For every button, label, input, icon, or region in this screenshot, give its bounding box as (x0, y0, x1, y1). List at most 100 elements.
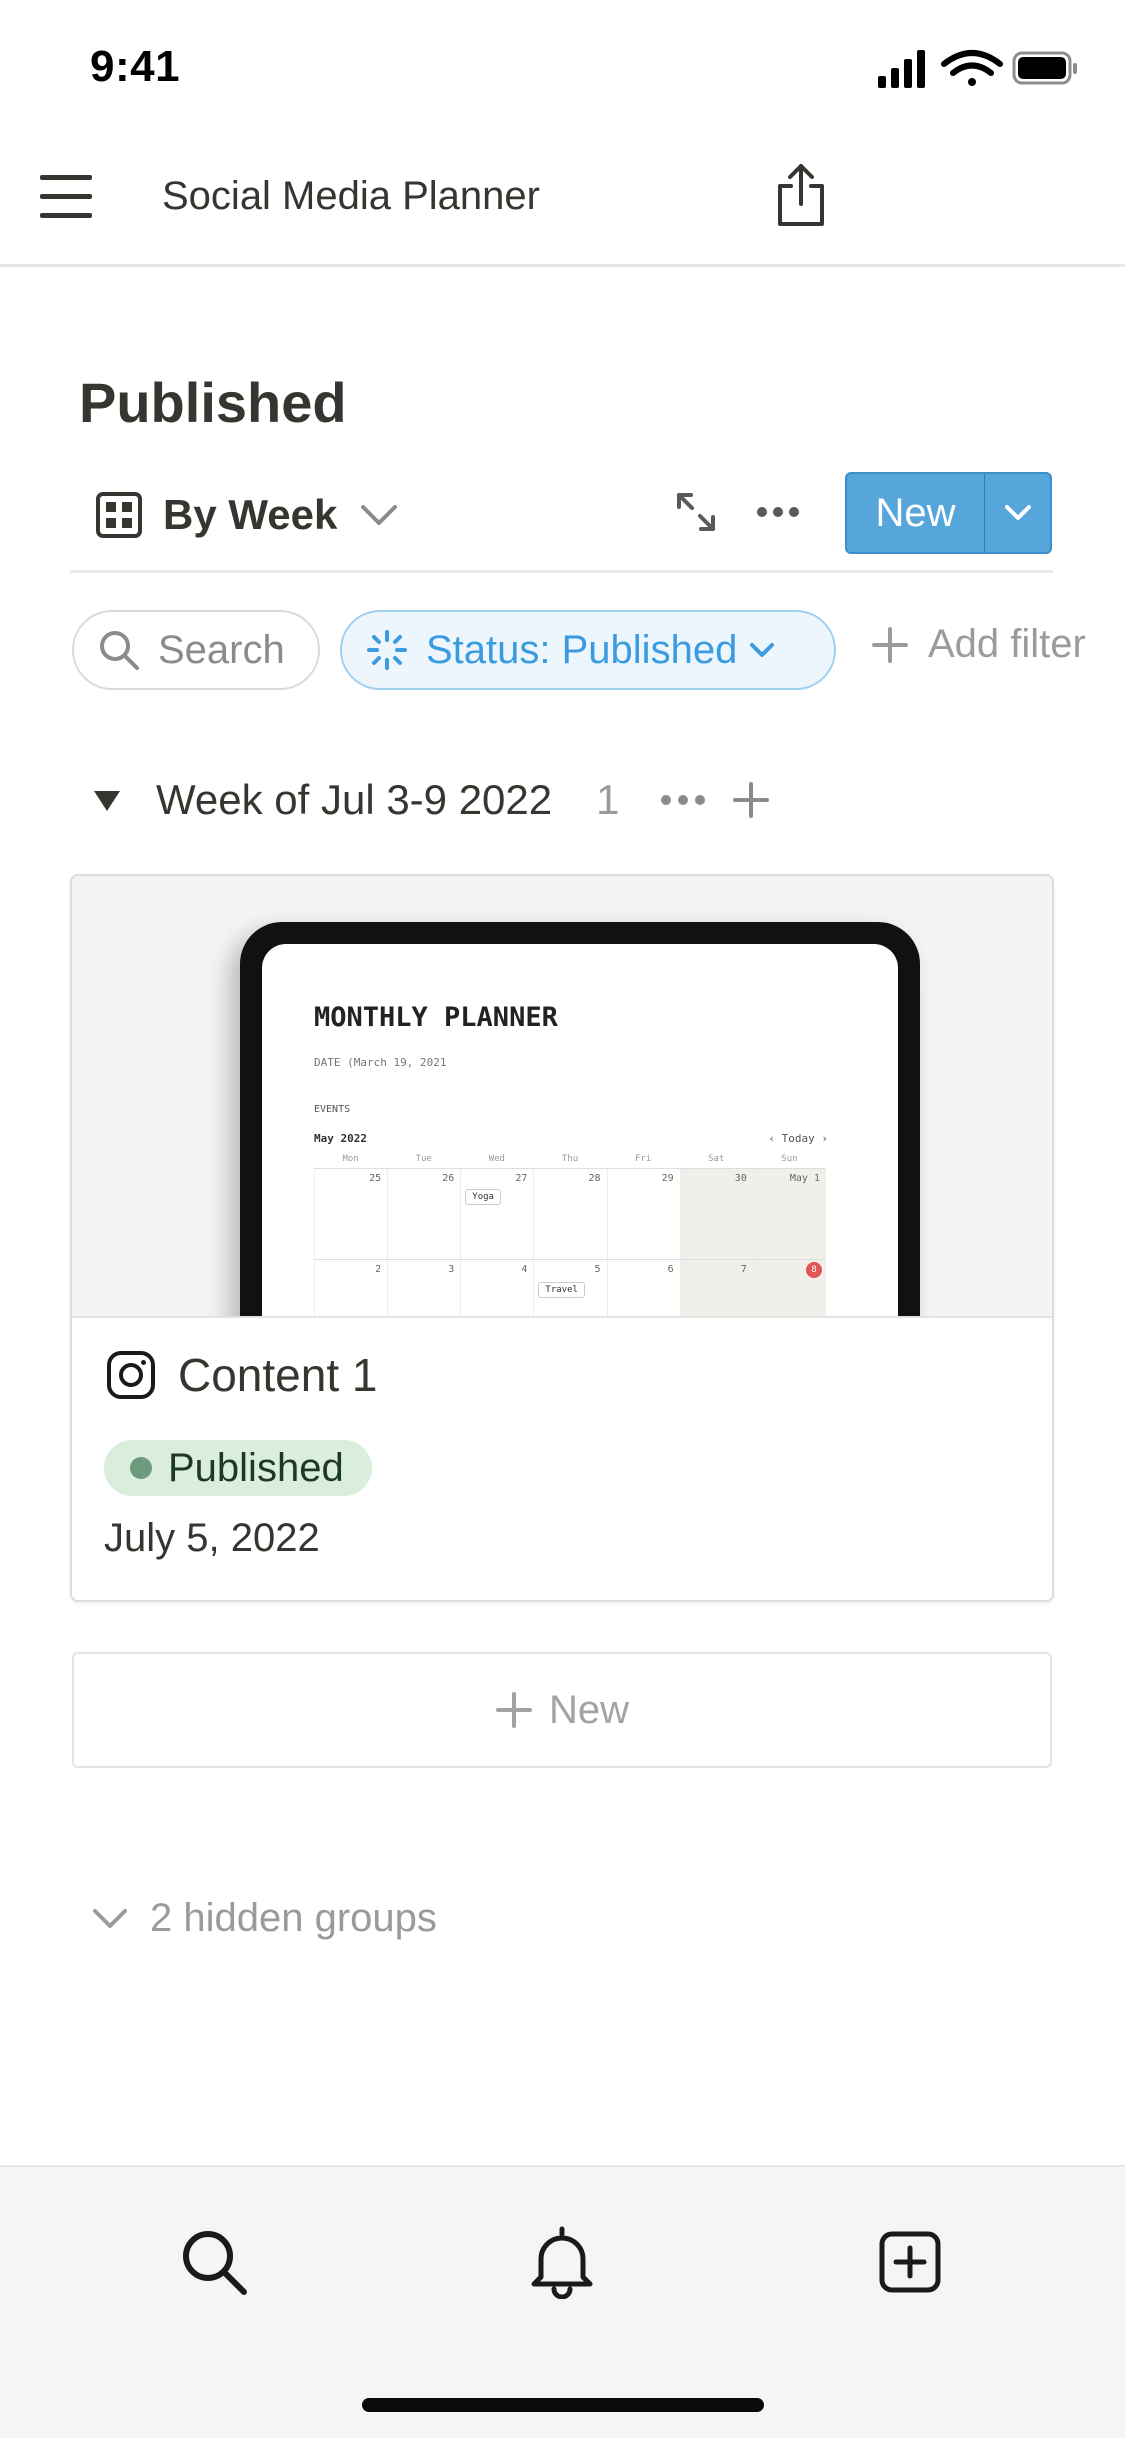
weekday: Mon (342, 1154, 359, 1164)
add-filter-button[interactable]: Add filter (872, 622, 1086, 667)
calendar-cell: 2 (314, 1260, 387, 1316)
day-number: 2 (375, 1264, 382, 1275)
cover-week-row: 25 26 27 Yoga 28 29 30 May 1 (314, 1168, 826, 1259)
card-date: July 5, 2022 (104, 1516, 320, 1560)
calendar-cell: 6 (606, 1260, 680, 1316)
day-number: 7 (740, 1264, 747, 1275)
day-number: 28 (588, 1173, 601, 1184)
page-title: Published (79, 371, 347, 434)
cover-calendar: Mon Tue Wed Thu Fri Sat Sun 25 26 27 Yoga… (314, 1150, 826, 1316)
status-filter-pill[interactable]: Status: Published (340, 610, 836, 690)
group-add-icon[interactable] (732, 781, 770, 819)
calendar-cell: 5 Travel (533, 1260, 606, 1316)
view-switcher[interactable]: By Week (95, 480, 399, 550)
status-badge: Published (104, 1440, 372, 1496)
cover-today: ‹ Today › (768, 1132, 828, 1145)
day-number: 3 (448, 1264, 455, 1275)
collapse-triangle-icon[interactable] (92, 787, 122, 813)
calendar-cell: 27 Yoga (460, 1169, 533, 1259)
calendar-cell: 30 (679, 1169, 753, 1259)
search-filter-pill[interactable]: Search (72, 610, 320, 690)
day-number: 27 (515, 1173, 528, 1184)
hidden-groups-toggle[interactable]: 2 hidden groups (92, 1896, 437, 1941)
status-dot (130, 1457, 152, 1479)
nav-title[interactable]: Social Media Planner (162, 174, 540, 219)
hamburger-menu-icon (40, 175, 92, 218)
search-icon (183, 2231, 247, 2295)
plus-icon (495, 1692, 532, 1728)
add-filter-label: Add filter (928, 622, 1086, 666)
group-more-icon[interactable] (660, 790, 706, 810)
cover-heading: MONTHLY PLANNER (314, 1002, 558, 1033)
notifications-tab-button[interactable] (522, 2222, 602, 2302)
calendar-cell: 29 (606, 1169, 680, 1259)
calendar-cell: 7 (679, 1260, 753, 1316)
calendar-cell: 25 (314, 1169, 387, 1259)
calendar-cell: 26 (387, 1169, 460, 1259)
status-bar-time: 9:41 (90, 42, 181, 91)
cover-date-line: DATE (March 19, 2021 (314, 1056, 447, 1069)
share-button[interactable] (772, 162, 830, 228)
status-loader-icon (367, 630, 407, 670)
nav-divider (0, 264, 1125, 267)
plus-icon (872, 626, 908, 663)
weekday: Sun (781, 1154, 798, 1164)
group-label: Week of Jul 3-9 2022 (156, 776, 553, 823)
home-indicator (362, 2398, 764, 2412)
calendar-cell: May 1 (752, 1169, 826, 1259)
card-title: Content 1 (178, 1349, 378, 1401)
status-bar-icons (878, 50, 1077, 88)
expand-button[interactable] (675, 491, 717, 533)
weekday: Tue (415, 1154, 432, 1164)
weekday: Wed (488, 1154, 505, 1164)
calendar-event: Yoga (465, 1189, 501, 1205)
hidden-groups-label: 2 hidden groups (150, 1896, 437, 1940)
day-number: 29 (661, 1173, 674, 1184)
new-page-tab-button[interactable] (870, 2222, 950, 2302)
calendar-cell: 3 (387, 1260, 460, 1316)
today-marker: 8 (805, 1262, 822, 1278)
menu-button[interactable] (38, 172, 94, 222)
day-number: 5 (594, 1264, 601, 1275)
add-new-item-button[interactable]: New (72, 1652, 1052, 1768)
day-number: 30 (734, 1173, 747, 1184)
chevron-down-icon (361, 505, 398, 525)
day-number: 4 (521, 1264, 528, 1275)
more-icon (757, 507, 799, 517)
weekday: Thu (561, 1154, 579, 1164)
calendar-event: Travel (538, 1282, 585, 1298)
day-number: 26 (442, 1173, 455, 1184)
cover-month: May 2022 (314, 1132, 367, 1145)
instagram-icon (107, 1351, 155, 1399)
search-icon (100, 631, 139, 670)
status-badge-label: Published (168, 1445, 344, 1490)
cover-weekday-row: Mon Tue Wed Thu Fri Sat Sun (314, 1150, 826, 1168)
weekday: Sat (708, 1154, 725, 1164)
share-icon (778, 164, 824, 226)
status-filter-label: Status: Published (426, 627, 738, 672)
calendar-cell: 8 (752, 1260, 826, 1316)
group-count: 1 (596, 776, 620, 823)
cover-events-tab: EVENTS (314, 1104, 351, 1115)
tablet-screen: MONTHLY PLANNER DATE (March 19, 2021 EVE… (262, 944, 898, 1316)
chevron-down-icon (750, 643, 775, 657)
calendar-cell: 28 (533, 1169, 606, 1259)
new-button[interactable]: New (847, 474, 984, 552)
toolbar-divider (70, 570, 1053, 573)
day-number: 6 (667, 1264, 674, 1275)
cover-week-row: 2 3 4 5 Travel 6 7 8 (314, 1259, 826, 1316)
tablet-mockup: MONTHLY PLANNER DATE (March 19, 2021 EVE… (240, 922, 920, 1316)
search-label: Search (158, 627, 285, 672)
expand-icon (677, 493, 715, 531)
search-tab-button[interactable] (174, 2222, 254, 2302)
battery-icon (1012, 51, 1077, 85)
new-button-group: New (845, 472, 1052, 554)
calendar-cell: 4 (460, 1260, 533, 1316)
chevron-down-icon (1004, 505, 1031, 520)
board-icon (96, 492, 142, 538)
content-card[interactable]: MONTHLY PLANNER DATE (March 19, 2021 EVE… (70, 874, 1054, 1602)
new-options-button[interactable] (985, 474, 1050, 552)
cellular-signal-icon (878, 50, 925, 88)
view-more-button[interactable] (756, 500, 800, 524)
add-new-item-label: New (548, 1687, 630, 1732)
